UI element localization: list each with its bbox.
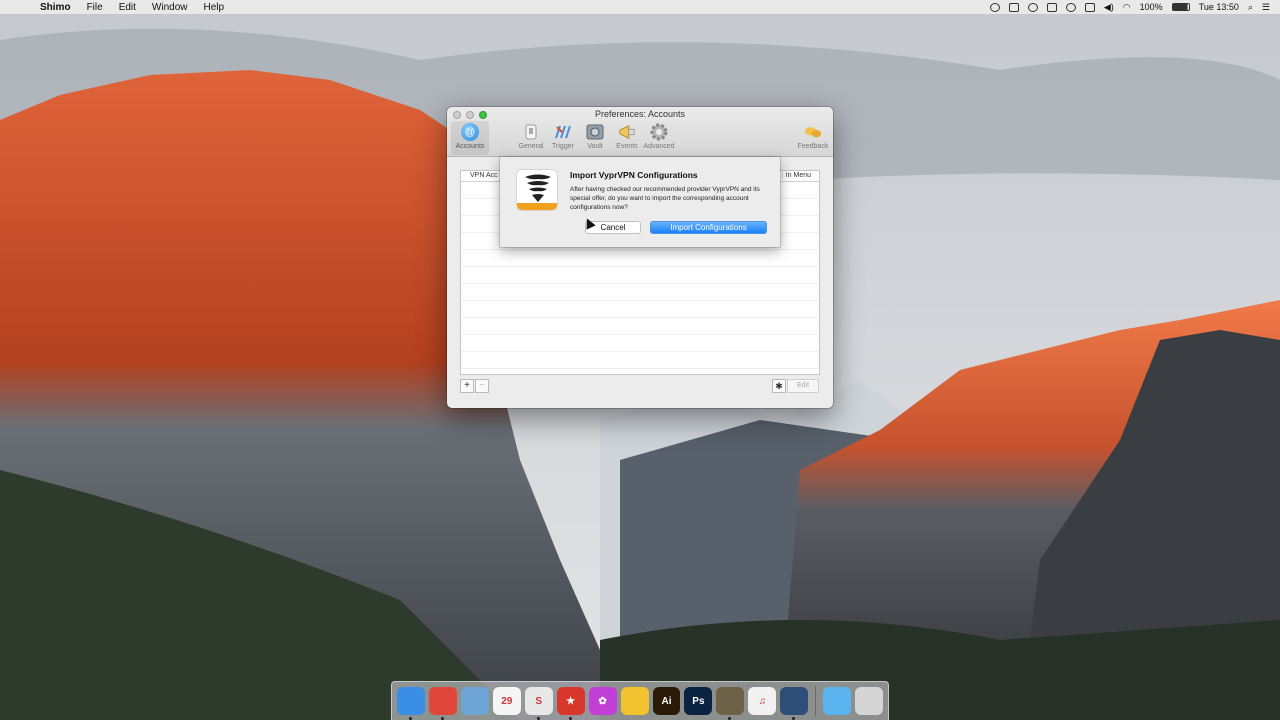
tab-events-label: Events: [616, 143, 638, 150]
switch-icon: [522, 123, 540, 141]
menu-edit[interactable]: Edit: [111, 0, 144, 15]
action-gear-icon[interactable]: ✱: [772, 379, 786, 393]
notifications-icon[interactable]: ☰: [1262, 2, 1270, 13]
blank-icon[interactable]: [1046, 2, 1057, 12]
menu-help[interactable]: Help: [196, 0, 233, 15]
dock-quicktime-icon[interactable]: [780, 687, 809, 720]
menu-bar: Shimo File Edit Window Help ◀) ◠ 100% Tu…: [0, 0, 1280, 15]
dock-separator: [815, 686, 817, 716]
dock-photoshop-icon[interactable]: Ps: [684, 687, 713, 715]
add-account-button[interactable]: +: [460, 379, 474, 393]
edit-button[interactable]: Edit: [787, 379, 819, 393]
tab-trigger[interactable]: Trigger: [547, 121, 579, 155]
at-icon: @: [461, 123, 479, 141]
record-icon[interactable]: [989, 2, 1000, 12]
dock-preview-icon[interactable]: [460, 687, 489, 715]
dock-itunes-icon[interactable]: ♫: [748, 687, 777, 715]
tab-general-label: General: [518, 143, 544, 150]
column-vpn-accounts[interactable]: VPN Acc: [470, 172, 498, 179]
preferences-toolbar: @ Accounts General Trigger Vault Events …: [451, 121, 675, 155]
table-row: [461, 250, 819, 267]
dock-wunderlist-icon[interactable]: ★: [556, 687, 585, 720]
remove-account-button[interactable]: −: [475, 379, 489, 393]
tab-advanced-label: Advanced: [643, 143, 675, 150]
volume-icon[interactable]: ◀): [1104, 2, 1114, 13]
tab-events[interactable]: Events: [611, 121, 643, 155]
vyprvpn-logo-band: [517, 203, 557, 210]
clock[interactable]: Tue 13:50: [1199, 2, 1239, 12]
dock-tunnel-app-icon[interactable]: [716, 687, 745, 720]
battery-percent: 100%: [1139, 2, 1163, 12]
gear-icon: [650, 123, 668, 141]
sheet-title: Import VyprVPN Configurations: [570, 170, 698, 180]
table-row: [461, 335, 819, 352]
feedback-icon: [804, 123, 822, 141]
menu-window[interactable]: Window: [144, 0, 196, 15]
tab-general[interactable]: General: [515, 121, 547, 155]
people-icon[interactable]: [1065, 2, 1076, 12]
battery-icon[interactable]: [1171, 3, 1190, 11]
tab-vault-label: Vault: [587, 143, 603, 150]
dock-trash-icon[interactable]: [855, 687, 884, 715]
megaphone-icon: [618, 123, 636, 141]
table-row: [461, 301, 819, 318]
vyprvpn-logo-icon: [516, 169, 558, 211]
feedback-label: Feedback: [797, 143, 829, 150]
import-vyprvpn-sheet: Import VyprVPN Configurations After havi…: [500, 157, 780, 247]
tab-advanced[interactable]: Advanced: [643, 121, 675, 155]
tab-accounts-label: Accounts: [455, 143, 485, 150]
import-configurations-button[interactable]: Import Configurations: [650, 221, 767, 234]
sheet-message: After having checked our recommended pro…: [570, 186, 760, 211]
vault-icon: [586, 123, 604, 141]
trigger-icon: [554, 123, 572, 141]
dock-downloads-folder-icon[interactable]: [823, 687, 852, 715]
menu-app-name[interactable]: Shimo: [32, 0, 79, 15]
dock: 29 S ★ ✿ Ai Ps ♫: [391, 681, 889, 720]
dock-illustrator-icon[interactable]: Ai: [652, 687, 681, 715]
dock-flower-app-icon[interactable]: ✿: [588, 687, 617, 715]
status-area: ◀) ◠ 100% Tue 13:50 ⌕ ☰: [989, 2, 1280, 13]
tab-trigger-label: Trigger: [552, 143, 574, 150]
table-row: [461, 284, 819, 301]
tab-vault[interactable]: Vault: [579, 121, 611, 155]
wifi-icon[interactable]: ◠: [1123, 2, 1131, 13]
tab-accounts[interactable]: @ Accounts: [451, 121, 489, 155]
table-row: [461, 267, 819, 284]
table-row: [461, 352, 819, 369]
menu-file[interactable]: File: [79, 0, 111, 15]
table-row: [461, 318, 819, 335]
window-title: Preferences: Accounts: [594, 109, 686, 119]
dropbox-icon[interactable]: [1008, 2, 1019, 12]
feedback-button[interactable]: Feedback: [797, 121, 829, 150]
preferences-window: Preferences: Accounts @ Accounts General…: [447, 107, 833, 408]
dock-finder-icon[interactable]: [397, 687, 425, 720]
search-icon[interactable]: ⌕: [1248, 2, 1253, 13]
window-titlebar: Preferences: Accounts @ Accounts General…: [447, 107, 833, 157]
dock-slack-icon[interactable]: S: [524, 687, 553, 720]
shimo-icon[interactable]: [1027, 2, 1038, 12]
dock-chrome-icon[interactable]: [428, 687, 457, 720]
dock-duck-app-icon[interactable]: [620, 687, 649, 715]
dock-calendar-icon[interactable]: 29: [492, 687, 521, 715]
column-in-menu[interactable]: In Menu: [781, 172, 811, 179]
table-controls: + − ✱ Edit: [460, 379, 820, 395]
airplay-icon[interactable]: [1084, 2, 1095, 12]
